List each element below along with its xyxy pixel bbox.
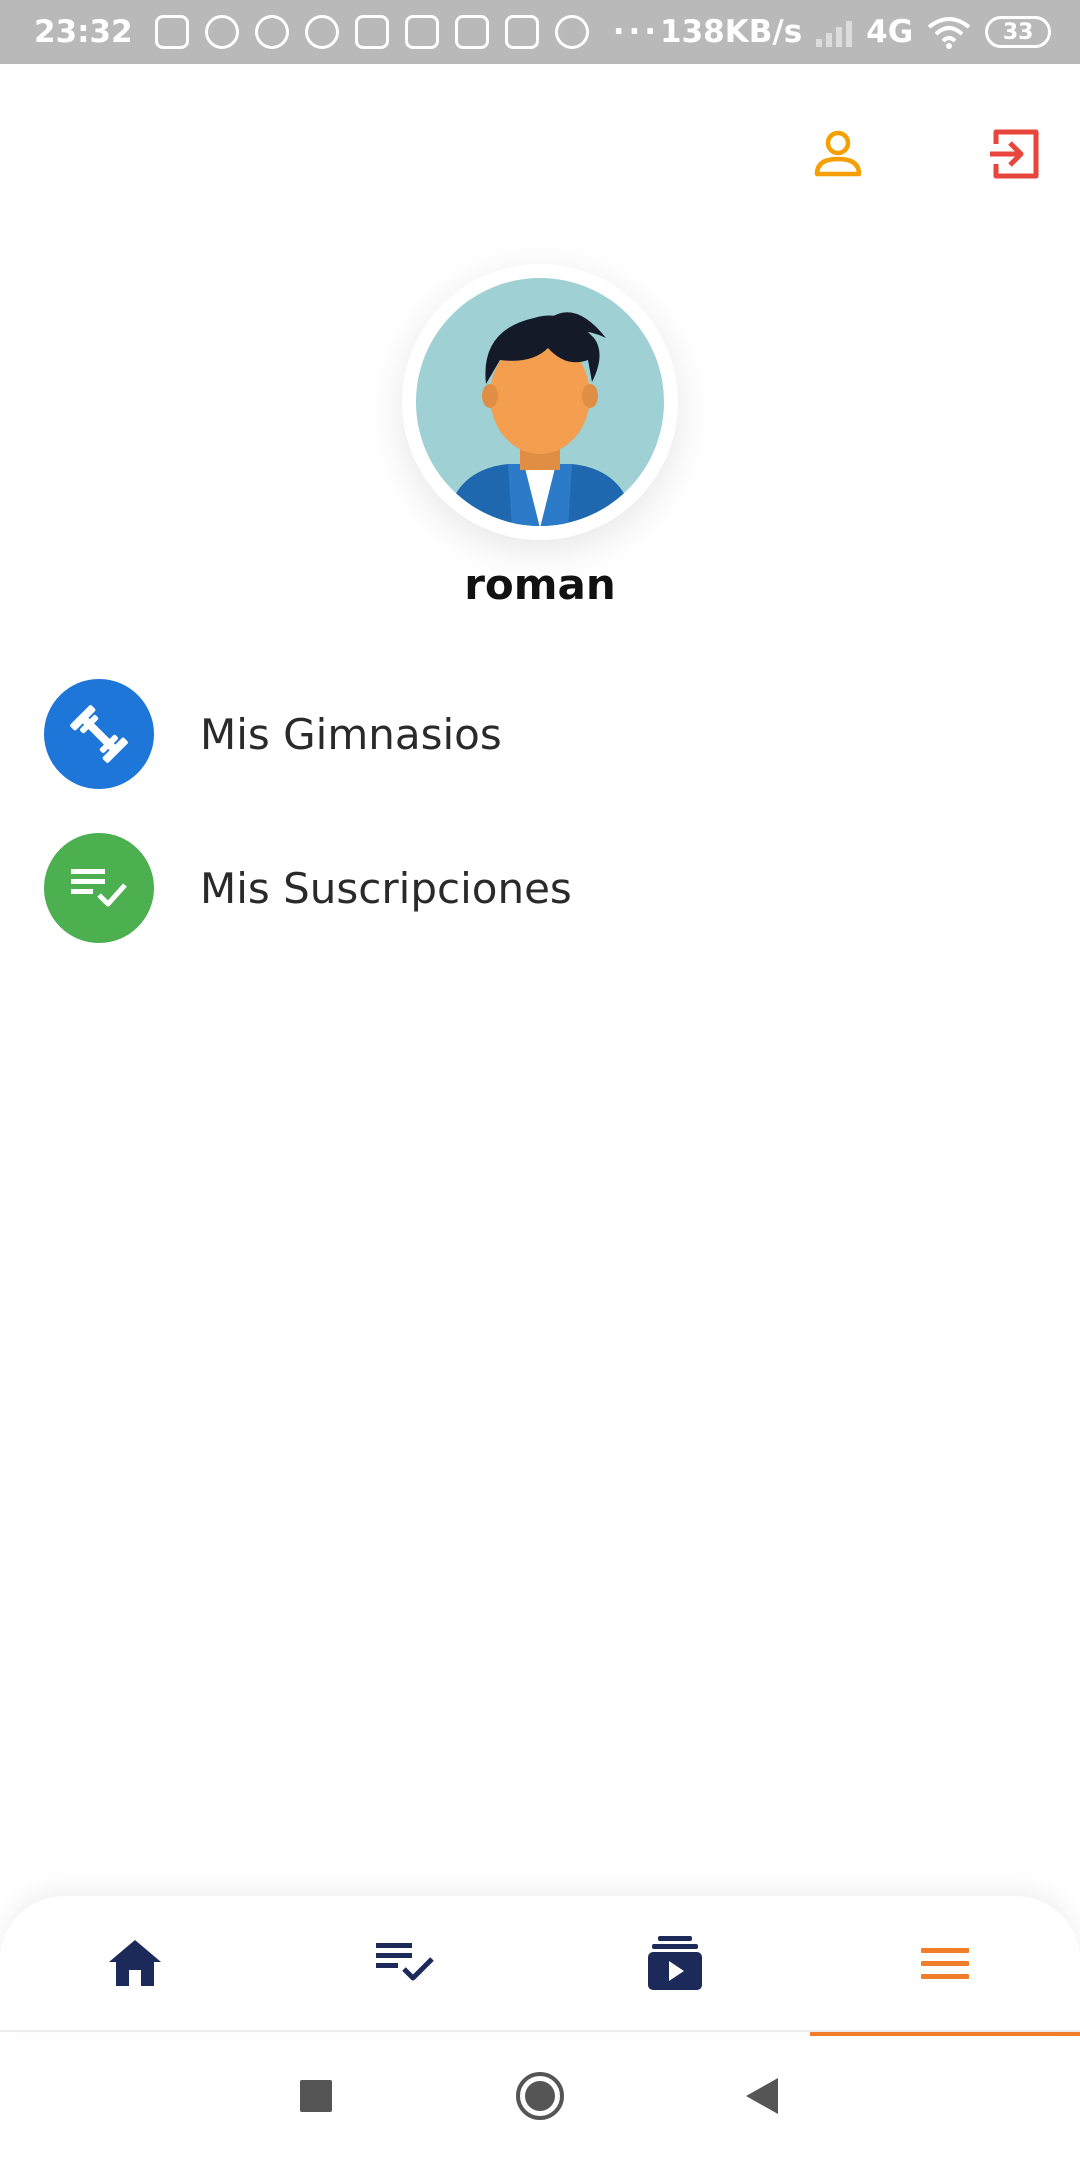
avatar	[402, 264, 678, 540]
wifi-icon	[927, 17, 971, 49]
network-speed: 138KB/s	[660, 14, 803, 50]
user-avatar-icon	[416, 278, 664, 526]
signal-icon	[816, 17, 853, 47]
youtube-icon	[354, 15, 389, 49]
circle-home-icon	[516, 2072, 564, 2120]
mail-icon	[504, 15, 539, 49]
menu-item-icon-circle	[44, 833, 154, 943]
status-bar: 23:32 ··· 138KB/s 4G 33	[0, 0, 1080, 64]
tab-subscriptions[interactable]	[270, 1896, 540, 2030]
menu-item-my-gyms[interactable]: Mis Gimnasios	[44, 678, 1044, 790]
network-type: 4G	[866, 14, 914, 50]
home-icon	[109, 1940, 161, 1986]
bottom-navigation	[0, 1896, 1080, 2036]
tab-classes[interactable]	[540, 1896, 810, 2030]
menu-item-label: Mis Gimnasios	[200, 709, 502, 759]
tab-menu[interactable]	[810, 1896, 1080, 2036]
back-button[interactable]	[702, 2032, 822, 2160]
person-outline-icon	[814, 130, 862, 177]
menu-item-icon-circle	[44, 679, 154, 789]
status-right: 138KB/s 4G 33	[660, 14, 1052, 50]
profile-button[interactable]	[802, 118, 874, 190]
back-triangle-icon	[746, 2078, 778, 2114]
more-notifications-icon: ···	[612, 14, 661, 50]
status-time: 23:32	[34, 14, 133, 50]
battery-indicator: 33	[985, 16, 1052, 48]
instagram-icon	[454, 15, 489, 49]
pinterest-icon	[304, 15, 339, 49]
system-navigation-bar	[0, 2032, 1080, 2160]
apps-grid-icon	[404, 15, 439, 49]
user-name: roman	[464, 560, 616, 609]
telegram-icon	[254, 15, 289, 49]
recent-apps-button[interactable]	[256, 2032, 376, 2160]
dumbbell-icon	[70, 705, 128, 763]
notification-icons	[154, 15, 589, 49]
menu-icon	[921, 1948, 969, 1979]
app-icon	[554, 15, 589, 49]
menu-item-label: Mis Suscripciones	[200, 863, 572, 913]
video-library-icon	[648, 1936, 702, 1990]
facebook-icon	[204, 15, 239, 49]
square-icon	[300, 2080, 332, 2112]
logout-icon	[990, 129, 1039, 179]
tab-home[interactable]	[0, 1896, 270, 2030]
playlist-check-icon	[376, 1943, 434, 1981]
home-system-button[interactable]	[480, 2032, 600, 2160]
menu-item-my-subscriptions[interactable]: Mis Suscripciones	[44, 832, 1044, 944]
download-icon	[154, 15, 189, 49]
logout-button[interactable]	[978, 118, 1050, 190]
playlist-check-icon	[71, 869, 127, 907]
